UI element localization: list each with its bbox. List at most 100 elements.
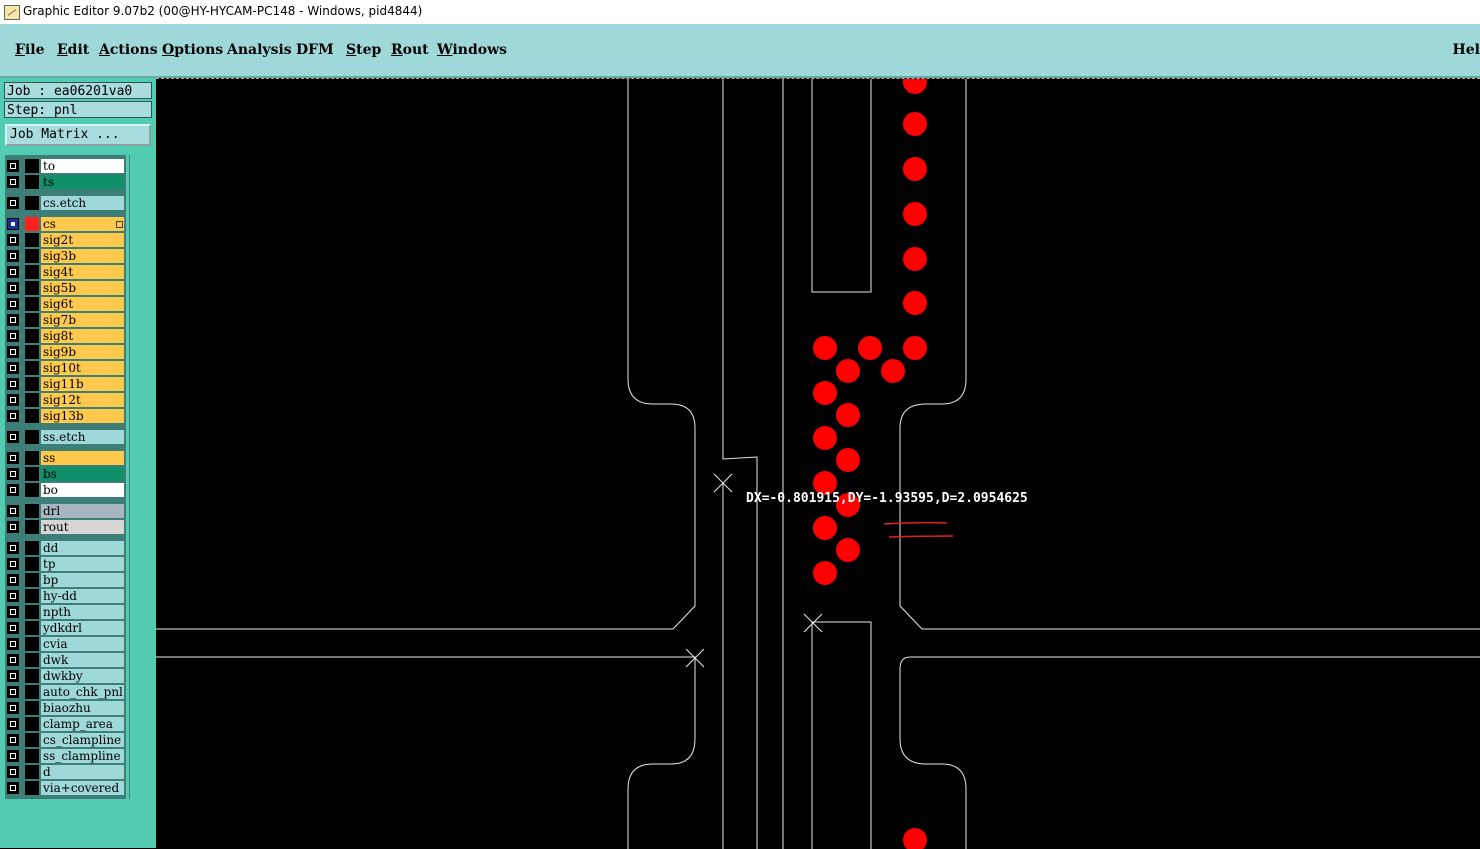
layer-checkbox[interactable] xyxy=(7,282,19,294)
layer-row[interactable]: sig10t xyxy=(5,360,126,376)
menu-file[interactable]: File xyxy=(15,42,45,58)
layer-row[interactable]: sig7b xyxy=(5,312,126,328)
layer-name[interactable]: cvia xyxy=(41,637,124,651)
layer-name[interactable]: sig4t xyxy=(41,265,124,279)
layer-name[interactable]: sig7b xyxy=(41,313,124,327)
layer-row[interactable]: tp xyxy=(5,556,126,572)
layer-name[interactable]: sig5b xyxy=(41,281,124,295)
layer-color-swatch[interactable] xyxy=(25,733,39,747)
menu-edit[interactable]: Edit xyxy=(57,42,89,58)
layer-checkbox[interactable] xyxy=(7,410,19,422)
layer-color-swatch[interactable] xyxy=(25,717,39,731)
layer-color-swatch[interactable] xyxy=(25,217,39,231)
layer-color-swatch[interactable] xyxy=(25,233,39,247)
layer-color-swatch[interactable] xyxy=(25,393,39,407)
layer-checkbox[interactable] xyxy=(7,782,19,794)
layer-name[interactable]: cs_clampline xyxy=(41,733,124,747)
layer-checkbox[interactable] xyxy=(7,330,19,342)
layer-list-scrollbar[interactable] xyxy=(129,155,154,799)
layer-row[interactable]: sig3b xyxy=(5,248,126,264)
layer-color-swatch[interactable] xyxy=(25,409,39,423)
layer-checkbox[interactable] xyxy=(7,654,19,666)
layer-checkbox[interactable] xyxy=(7,234,19,246)
layer-checkbox[interactable] xyxy=(7,670,19,682)
layer-name[interactable]: hy-dd xyxy=(41,589,124,603)
layer-checkbox[interactable] xyxy=(7,314,19,326)
layer-row[interactable]: via+covered xyxy=(5,780,126,796)
layer-row[interactable]: dwkby xyxy=(5,668,126,684)
graphic-canvas[interactable]: DX=-0.801915,DY=-1.93595,D=2.0954625 xyxy=(156,78,1480,849)
layer-name[interactable]: bs xyxy=(41,467,124,481)
layer-color-swatch[interactable] xyxy=(25,637,39,651)
layer-color-swatch[interactable] xyxy=(25,701,39,715)
layer-name[interactable]: sig8t xyxy=(41,329,124,343)
layer-name[interactable]: bo xyxy=(41,483,124,497)
layer-name[interactable]: sig9b xyxy=(41,345,124,359)
layer-row[interactable]: ss.etch xyxy=(5,429,126,445)
layer-checkbox[interactable] xyxy=(7,638,19,650)
layer-name[interactable]: via+covered xyxy=(41,781,124,795)
layer-checkbox[interactable] xyxy=(7,718,19,730)
layer-color-swatch[interactable] xyxy=(25,281,39,295)
layer-name[interactable]: ydkdrl xyxy=(41,621,124,635)
layer-checkbox[interactable] xyxy=(7,250,19,262)
layer-row[interactable]: sig13b xyxy=(5,408,126,424)
layer-row[interactable]: ss_clampline xyxy=(5,748,126,764)
layer-color-swatch[interactable] xyxy=(25,541,39,555)
layer-row[interactable]: sig4t xyxy=(5,264,126,280)
layer-color-swatch[interactable] xyxy=(25,781,39,795)
layer-row[interactable]: sig12t xyxy=(5,392,126,408)
menu-dfm[interactable]: DFM xyxy=(296,42,334,58)
layer-color-swatch[interactable] xyxy=(25,520,39,534)
layer-checkbox[interactable] xyxy=(7,750,19,762)
layer-row[interactable]: sig5b xyxy=(5,280,126,296)
layer-checkbox[interactable] xyxy=(7,521,19,533)
layer-checkbox[interactable] xyxy=(7,606,19,618)
menu-help[interactable]: Hel xyxy=(1453,42,1480,58)
layer-name[interactable]: to xyxy=(41,159,124,173)
layer-color-swatch[interactable] xyxy=(25,589,39,603)
layer-checkbox[interactable] xyxy=(7,266,19,278)
layer-checkbox[interactable] xyxy=(7,452,19,464)
layer-color-swatch[interactable] xyxy=(25,557,39,571)
layer-checkbox[interactable] xyxy=(7,505,19,517)
layer-checkbox[interactable] xyxy=(7,766,19,778)
layer-row[interactable]: biaozhu xyxy=(5,700,126,716)
layer-checkbox[interactable] xyxy=(7,590,19,602)
layer-name[interactable]: dd xyxy=(41,541,124,555)
layer-color-swatch[interactable] xyxy=(25,749,39,763)
layer-row[interactable]: sig11b xyxy=(5,376,126,392)
layer-color-swatch[interactable] xyxy=(25,467,39,481)
layer-color-swatch[interactable] xyxy=(25,297,39,311)
layer-checkbox[interactable] xyxy=(7,574,19,586)
layer-color-swatch[interactable] xyxy=(25,765,39,779)
layer-name[interactable]: rout xyxy=(41,520,124,534)
layer-checkbox[interactable] xyxy=(7,468,19,480)
layer-checkbox[interactable] xyxy=(7,218,19,230)
layer-row[interactable]: d xyxy=(5,764,126,780)
layer-color-swatch[interactable] xyxy=(25,621,39,635)
layer-row[interactable]: rout xyxy=(5,519,126,535)
layer-name[interactable]: dwkby xyxy=(41,669,124,683)
layer-name[interactable]: sig12t xyxy=(41,393,124,407)
layer-checkbox[interactable] xyxy=(7,542,19,554)
layer-checkbox[interactable] xyxy=(7,362,19,374)
menu-step[interactable]: Step xyxy=(346,42,381,58)
job-matrix-button[interactable]: Job Matrix ... xyxy=(5,124,151,146)
layer-checkbox[interactable] xyxy=(7,686,19,698)
layer-color-swatch[interactable] xyxy=(25,669,39,683)
layer-color-swatch[interactable] xyxy=(25,249,39,263)
layer-row[interactable]: ts xyxy=(5,174,126,190)
layer-row[interactable]: cs.etch xyxy=(5,195,126,211)
layer-name[interactable]: sig11b xyxy=(41,377,124,391)
layer-checkbox[interactable] xyxy=(7,176,19,188)
layer-name[interactable]: sig13b xyxy=(41,409,124,423)
layer-row[interactable]: to xyxy=(5,158,126,174)
layer-checkbox[interactable] xyxy=(7,558,19,570)
menu-rout[interactable]: Rout xyxy=(391,42,429,58)
layer-name[interactable]: ss xyxy=(41,451,124,465)
layer-row[interactable]: bo xyxy=(5,482,126,498)
layer-color-swatch[interactable] xyxy=(25,345,39,359)
layer-name[interactable]: biaozhu xyxy=(41,701,124,715)
layer-checkbox[interactable] xyxy=(7,160,19,172)
